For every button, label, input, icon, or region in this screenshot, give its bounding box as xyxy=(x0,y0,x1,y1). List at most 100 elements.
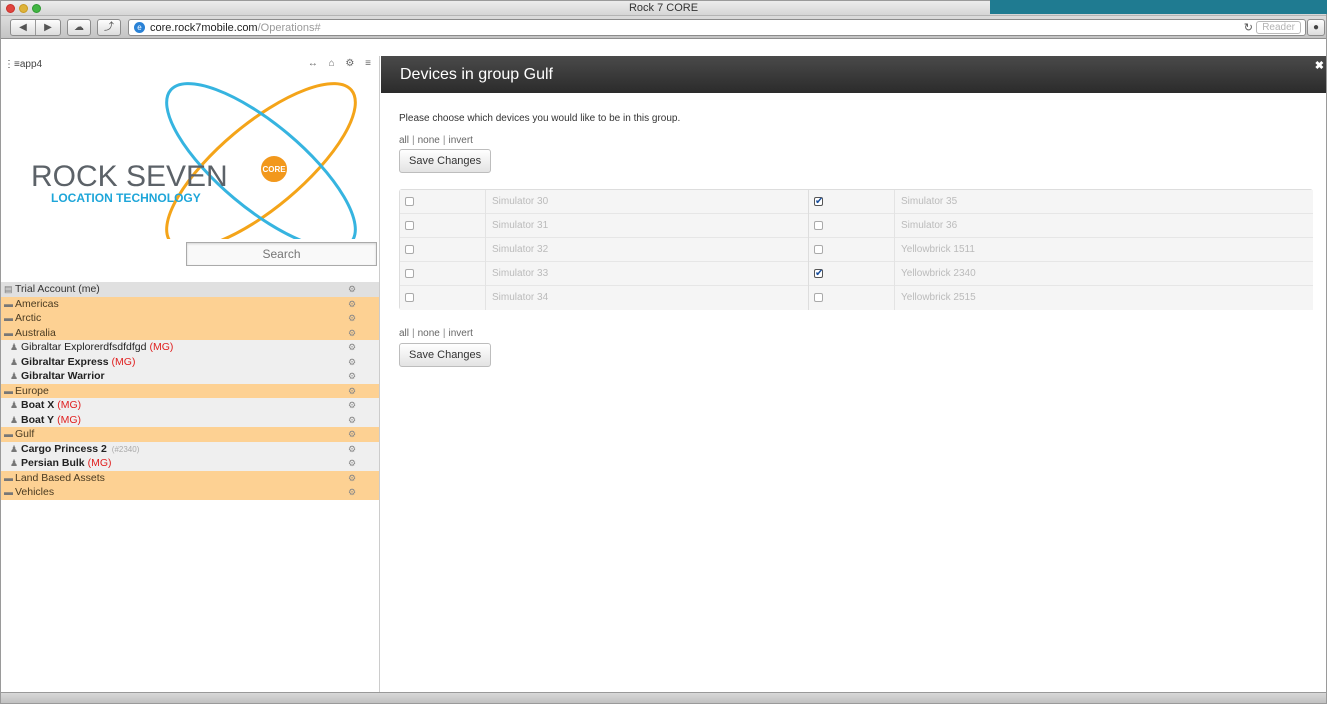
globe-icon: e xyxy=(134,22,145,33)
tree-group-row[interactable]: ▬ Americas ⚙ xyxy=(1,296,379,312)
select-none-link[interactable]: none xyxy=(418,328,440,339)
column-divider xyxy=(894,214,895,238)
tree-label: Americas xyxy=(15,297,59,310)
gear-icon[interactable]: ⚙ xyxy=(348,485,356,500)
zoom-window-button[interactable] xyxy=(32,4,41,13)
column-divider xyxy=(485,262,486,286)
device-checkbox[interactable]: ✔ xyxy=(814,269,823,279)
gear-icon[interactable]: ⚙ xyxy=(348,311,356,326)
close-window-button[interactable] xyxy=(6,4,15,13)
tree-device-row[interactable]: ♟ Boat X (MG) ⚙ xyxy=(1,398,379,413)
tree-device-row[interactable]: ♟ Gibraltar Express (MG) ⚙ xyxy=(1,354,379,370)
select-all-link[interactable]: all xyxy=(399,328,409,339)
tree-label: Gibraltar Warrior xyxy=(21,370,105,382)
person-icon: ♟ xyxy=(10,356,19,367)
device-checkbox[interactable] xyxy=(814,245,823,254)
select-none-link[interactable]: none xyxy=(418,135,440,146)
tree-account-row[interactable]: ▤ Trial Account (me) ⚙ xyxy=(1,282,379,297)
tree-device-row[interactable]: ♟ Boat Y (MG) ⚙ xyxy=(1,412,379,428)
device-name: Yellowbrick 2515 xyxy=(901,292,976,303)
browser-window: Rock 7 CORE ◀ ▶ ☁ ⤴ e core.rock7mobile.co… xyxy=(0,0,1327,704)
rock-seven-logo: CORE ROCK SEVEN LOCATION TECHNOLOGY xyxy=(31,82,357,239)
tree-label: Europe xyxy=(15,384,49,397)
device-checkbox[interactable] xyxy=(814,221,823,230)
url-host: core.rock7mobile.com xyxy=(150,22,258,34)
tree-group-row[interactable]: ▬ Europe ⚙ xyxy=(1,383,379,399)
gear-icon[interactable]: ⚙ xyxy=(348,398,356,413)
icloud-tabs-button[interactable]: ☁ xyxy=(67,19,91,36)
device-checkbox[interactable] xyxy=(405,293,414,302)
device-row: Simulator 33 xyxy=(400,262,808,286)
device-checkbox[interactable]: ✔ xyxy=(814,197,823,207)
device-checkbox[interactable] xyxy=(405,269,414,278)
tree-device-row[interactable]: ♟ Cargo Princess 2 (#2340) ⚙ xyxy=(1,441,379,457)
search-input[interactable] xyxy=(187,243,376,265)
app-name[interactable]: ⋮≡app4 xyxy=(4,59,42,70)
logo-orbit-orange xyxy=(165,82,357,239)
device-checkbox[interactable] xyxy=(405,197,414,206)
folder-icon: ▬ xyxy=(4,327,13,338)
device-column-left: Simulator 30 Simulator 31 Simulator 32 Simu… xyxy=(400,190,808,310)
gear-icon[interactable]: ⚙ xyxy=(348,442,356,457)
logo-orbit-blue xyxy=(165,82,357,239)
device-name: Yellowbrick 2340 xyxy=(901,268,976,279)
gear-icon[interactable]: ⚙ xyxy=(348,456,356,471)
tree-group-row[interactable]: ▬ Land Based Assets ⚙ xyxy=(1,470,379,486)
invert-selection-link[interactable]: invert xyxy=(448,135,472,146)
device-name: Simulator 32 xyxy=(492,244,549,255)
gear-icon[interactable]: ⚙ xyxy=(348,413,356,428)
forward-icon[interactable]: ▶ xyxy=(36,20,60,35)
main-panel: Devices in group Gulf ✖ Please choose wh… xyxy=(381,56,1326,692)
save-changes-button-top[interactable]: Save Changes xyxy=(399,149,492,173)
gear-icon[interactable]: ⚙ xyxy=(348,326,356,341)
gear-icon[interactable]: ⚙ xyxy=(348,355,356,370)
status-bar xyxy=(1,692,1326,703)
extension-button[interactable]: ● xyxy=(1307,19,1325,36)
device-row: Simulator 31 xyxy=(400,214,808,238)
device-tree: ▤ Trial Account (me) ⚙ ▬ Americas ⚙ ▬ Arctic ⚙ ▬ A… xyxy=(1,282,379,500)
device-row: ✔ Yellowbrick 2340 xyxy=(809,262,1313,286)
device-row: Yellowbrick 2515 xyxy=(809,286,1313,310)
app-menu-icon: ⋮≡ xyxy=(4,59,20,70)
address-bar[interactable]: e core.rock7mobile.com/Operations# ↻ Rea… xyxy=(128,19,1306,36)
managed-badge: (MG) xyxy=(111,355,136,368)
invert-selection-link[interactable]: invert xyxy=(448,328,472,339)
gear-icon[interactable]: ⚙ xyxy=(348,282,356,297)
tree-device-row[interactable]: ♟ Gibraltar Warrior ⚙ xyxy=(1,369,379,384)
share-button[interactable]: ⤴ xyxy=(97,19,121,36)
tree-device-row[interactable]: ♟ Persian Bulk (MG) ⚙ xyxy=(1,456,379,471)
tree-group-row[interactable]: ▬ Gulf ⚙ xyxy=(1,427,379,442)
tree-label: Boat X xyxy=(21,399,55,411)
logo-tagline: LOCATION TECHNOLOGY xyxy=(51,191,201,205)
gear-icon[interactable]: ⚙ xyxy=(348,384,356,399)
device-checkbox[interactable] xyxy=(405,245,414,254)
device-checkbox[interactable] xyxy=(814,293,823,302)
gear-icon[interactable]: ⚙ xyxy=(348,369,356,384)
gear-icon[interactable]: ⚙ xyxy=(348,340,356,355)
column-divider xyxy=(894,238,895,262)
search-box xyxy=(186,242,377,266)
folder-icon: ▬ xyxy=(4,385,13,396)
selection-links-bottom: all | none | invert xyxy=(399,328,473,339)
person-icon: ♟ xyxy=(10,414,19,425)
sidebar-tool-icons[interactable]: ↔ ⌂ ⚙ ≡ xyxy=(308,58,375,69)
tree-device-row[interactable]: ♟ Gibraltar Explorerdfsdfdfgd (MG) ⚙ xyxy=(1,340,379,355)
device-checkbox[interactable] xyxy=(405,221,414,230)
tree-group-row[interactable]: ▬ Arctic ⚙ xyxy=(1,311,379,326)
panel-header: Devices in group Gulf ✖ xyxy=(381,56,1326,93)
reader-button[interactable]: Reader xyxy=(1256,21,1301,34)
close-icon[interactable]: ✖ xyxy=(1315,59,1324,72)
reload-icon[interactable]: ↻ xyxy=(1244,21,1253,34)
gear-icon[interactable]: ⚙ xyxy=(348,471,356,486)
back-icon[interactable]: ◀ xyxy=(11,20,35,35)
gear-icon[interactable]: ⚙ xyxy=(348,297,356,312)
minimize-window-button[interactable] xyxy=(19,4,28,13)
logo-badge-text: CORE xyxy=(262,165,286,174)
select-all-link[interactable]: all xyxy=(399,135,409,146)
device-row: Simulator 34 xyxy=(400,286,808,310)
tree-group-row[interactable]: ▬ Australia ⚙ xyxy=(1,325,379,341)
tree-label: Cargo Princess 2 xyxy=(21,442,107,455)
gear-icon[interactable]: ⚙ xyxy=(348,427,356,442)
save-changes-button-bottom[interactable]: Save Changes xyxy=(399,343,492,367)
tree-group-row[interactable]: ▬ Vehicles ⚙ xyxy=(1,485,379,500)
